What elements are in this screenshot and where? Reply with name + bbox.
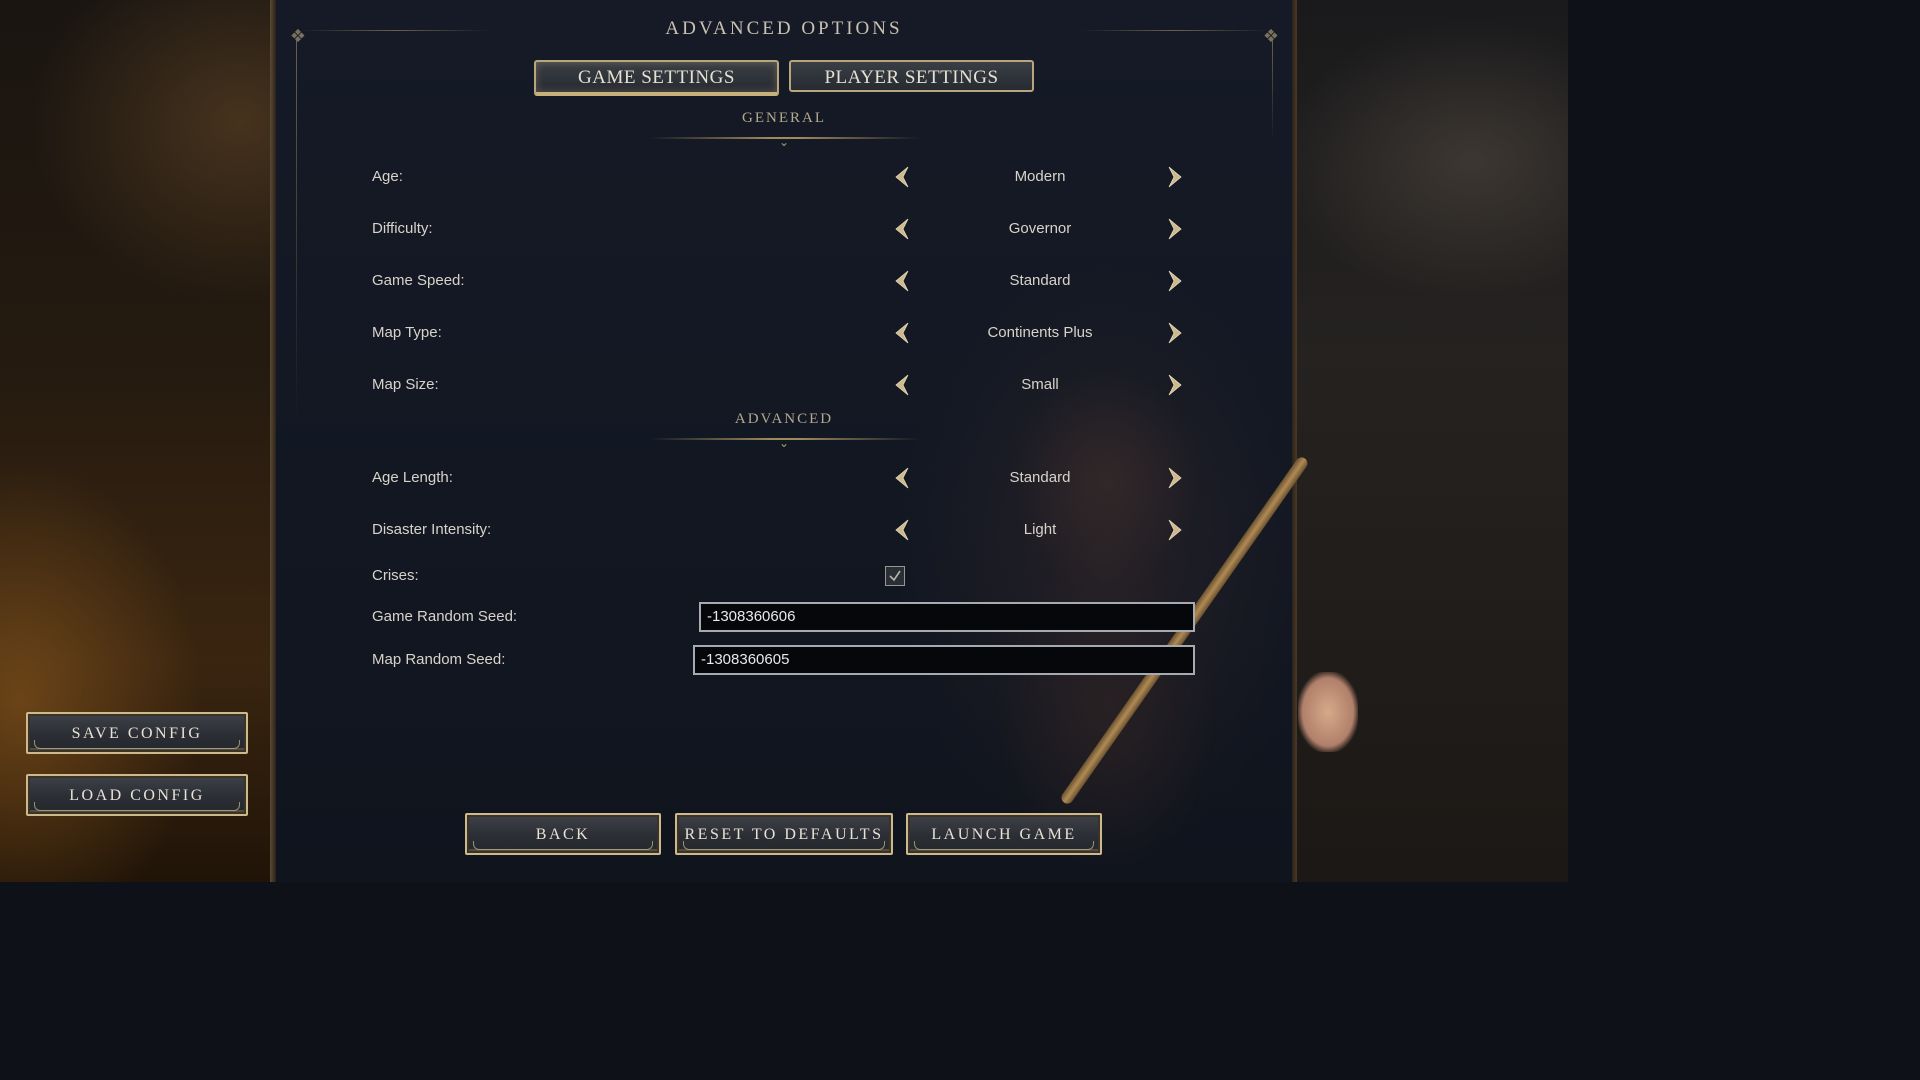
game-seed-input[interactable]: -1308360606 [699,602,1195,632]
right-panel-edge [1292,0,1297,882]
chevron-left-icon [895,218,909,240]
next-option-button[interactable] [1165,269,1185,293]
option-value: Governor [1008,220,1072,237]
chevron-right-icon [1168,519,1182,541]
reset-to-defaults-button[interactable]: RESET TO DEFAULTS [675,813,893,855]
prev-option-button[interactable] [892,373,912,397]
tab-game-settings[interactable]: GAME SETTINGS [534,60,779,96]
option-label: Age: [372,168,403,185]
map-seed-label: Map Random Seed: [372,651,506,668]
chevron-right-icon [1168,322,1182,344]
chevron-left-icon [895,467,909,489]
next-option-button[interactable] [1165,217,1185,241]
page-title: ADVANCED OPTIONS [665,18,903,39]
chevron-right-icon [1168,467,1182,489]
next-option-button[interactable] [1165,518,1185,542]
section-header-advanced: ADVANCED [734,411,834,427]
frame-left-line [296,40,297,420]
chevron-right-icon [1168,270,1182,292]
prev-option-button[interactable] [892,217,912,241]
back-button[interactable]: BACK [465,813,661,855]
option-value: Light [1023,521,1057,538]
option-value: Continents Plus [987,324,1093,341]
divider-ornament-icon: ⌄ [778,135,790,149]
option-label: Map Size: [372,376,439,393]
option-label: Disaster Intensity: [372,521,492,538]
prev-option-button[interactable] [892,269,912,293]
prev-option-button[interactable] [892,518,912,542]
chevron-left-icon [895,166,909,188]
chevron-left-icon [895,374,909,396]
chevron-left-icon [895,519,909,541]
next-option-button[interactable] [1165,466,1185,490]
launch-game-button[interactable]: LAUNCH GAME [906,813,1102,855]
option-label: Age Length: [372,469,453,486]
prev-option-button[interactable] [892,165,912,189]
chevron-right-icon [1168,374,1182,396]
load-config-button[interactable]: LOAD CONFIG [26,774,248,816]
chevron-left-icon [895,270,909,292]
section-header-general: GENERAL [742,110,826,126]
chevron-right-icon [1168,218,1182,240]
crises-label: Crises: [372,567,419,584]
next-option-button[interactable] [1165,165,1185,189]
option-value: Standard [1009,469,1071,486]
next-option-button[interactable] [1165,321,1185,345]
checkmark-icon [889,570,901,582]
crises-checkbox[interactable] [885,566,905,586]
option-label: Game Speed: [372,272,465,289]
next-option-button[interactable] [1165,373,1185,397]
option-label: Difficulty: [372,220,433,237]
option-value: Standard [1009,272,1071,289]
option-label: Map Type: [372,324,442,341]
save-config-button[interactable]: SAVE CONFIG [26,712,248,754]
option-value: Modern [1014,168,1066,185]
chevron-left-icon [895,322,909,344]
map-seed-input[interactable]: -1308360605 [693,645,1195,675]
game-seed-label: Game Random Seed: [372,608,518,625]
option-value: Small [1021,376,1059,393]
prev-option-button[interactable] [892,466,912,490]
tab-player-settings[interactable]: PLAYER SETTINGS [789,60,1034,92]
divider-ornament-icon: ⌄ [778,436,790,450]
prev-option-button[interactable] [892,321,912,345]
chevron-right-icon [1168,166,1182,188]
hand-art [1298,672,1358,752]
